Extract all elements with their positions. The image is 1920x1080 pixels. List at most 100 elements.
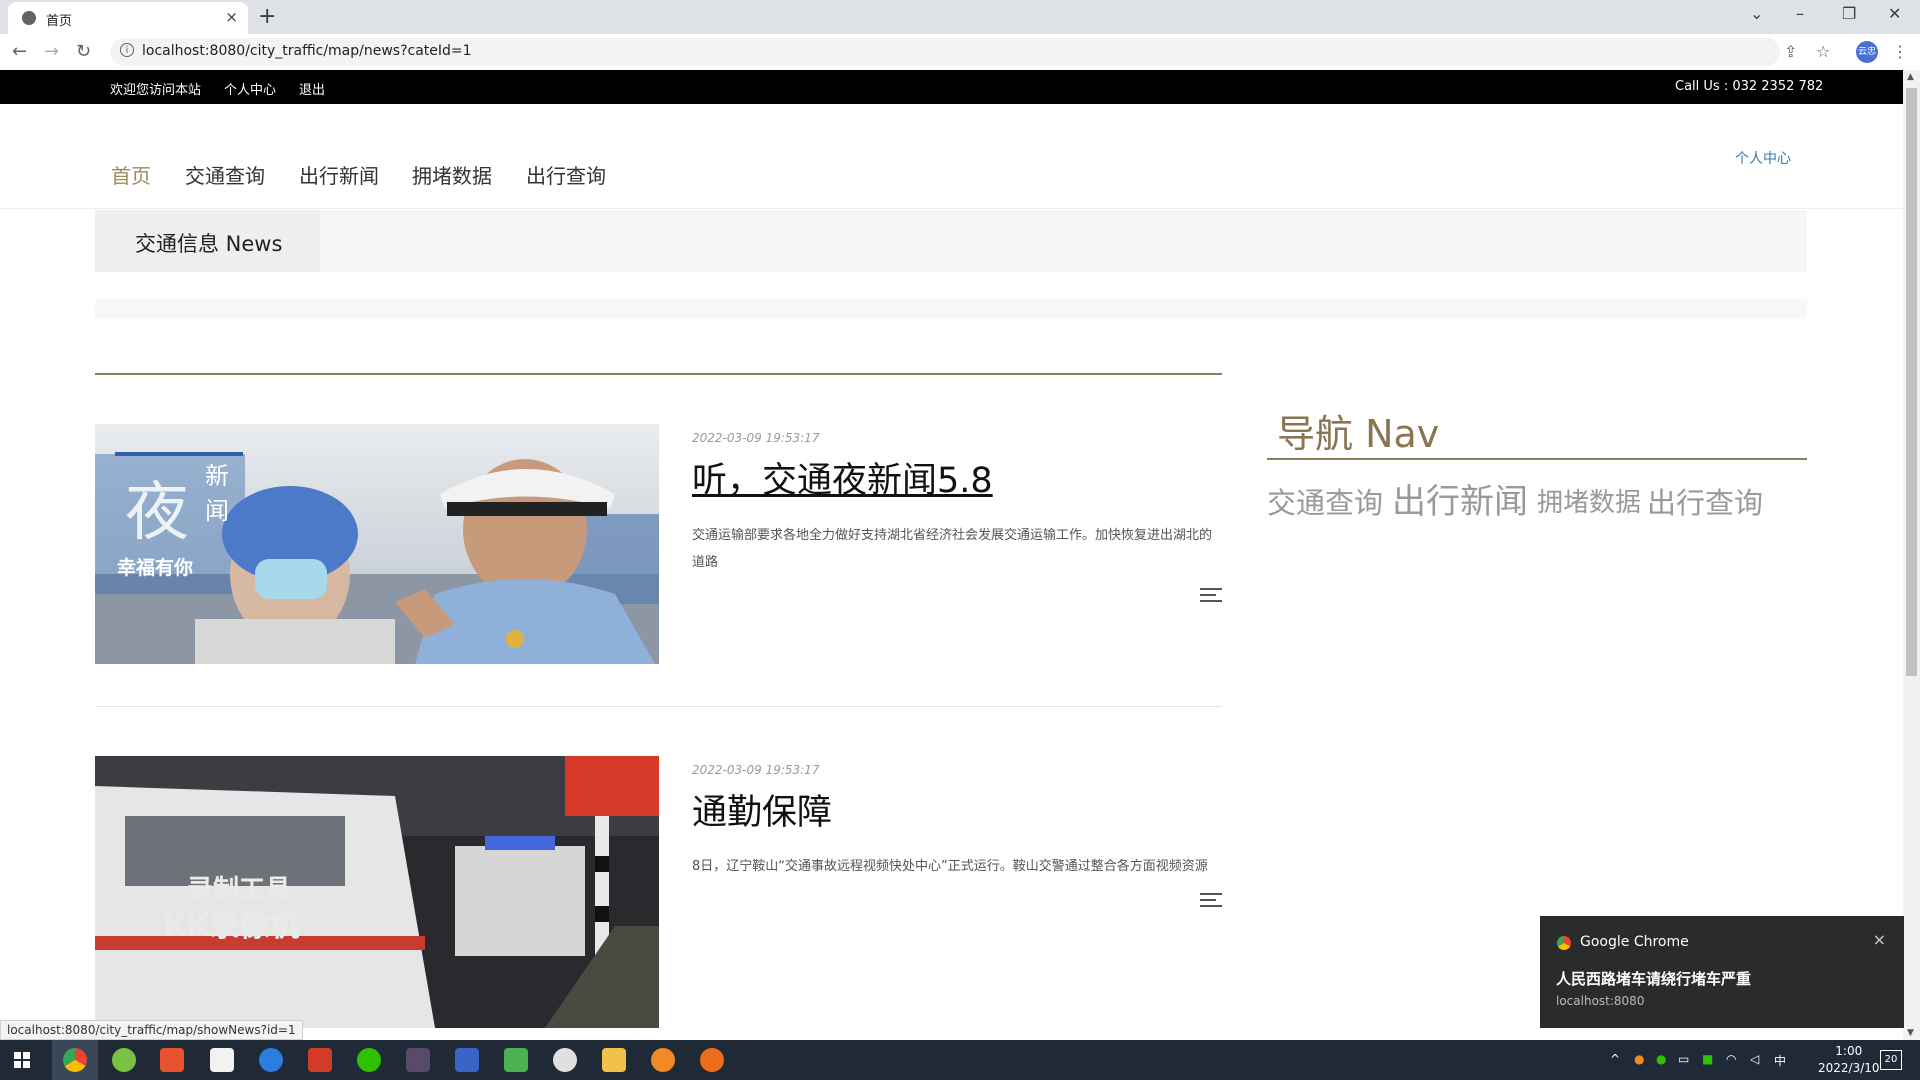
- chrome-notification[interactable]: Google Chrome × 人民西路堵车请绕行堵车严重 localhost:…: [1540, 916, 1904, 1028]
- nav-travel-query[interactable]: 出行查询: [526, 160, 606, 189]
- profile-avatar[interactable]: 云忠: [1856, 41, 1878, 63]
- news-image-ambulance[interactable]: 录制工具 KK录像机: [95, 756, 659, 1028]
- input-method-indicator[interactable]: 中: [1774, 1052, 1786, 1069]
- chrome-taskbar-icon[interactable]: [63, 1048, 87, 1072]
- sidebar-link-congestion-data[interactable]: 拥堵数据: [1537, 482, 1641, 519]
- image-caption-3: 幸福有你: [117, 556, 193, 579]
- image-caption-2: 闻: [205, 497, 229, 525]
- phone-number: Call Us : 032 2352 782: [1675, 79, 1824, 94]
- welcome-text: 欢迎您访问本站: [110, 83, 202, 98]
- tray-battery-icon[interactable]: ▭: [1678, 1052, 1689, 1066]
- start-icon[interactable]: [14, 1052, 30, 1068]
- nav-congestion-data[interactable]: 拥堵数据: [412, 160, 492, 189]
- browser-tab-strip: 首页 × + ⌄ – ❐ ✕: [0, 0, 1920, 34]
- forward-icon[interactable]: →: [44, 41, 59, 62]
- read-more-icon[interactable]: [1200, 588, 1222, 606]
- tray-wechat-icon[interactable]: ●: [1656, 1052, 1666, 1066]
- logout-link[interactable]: 退出: [299, 79, 325, 98]
- news-title-link[interactable]: 通勤保障: [692, 784, 832, 835]
- news-description: 交通运输部要求各地全力做好支持湖北省经济社会发展交通运输工作。加快恢复进出湖北的…: [692, 528, 1213, 570]
- page-banner: 交通信息 News: [95, 210, 1807, 272]
- app-blue-icon[interactable]: [259, 1048, 283, 1072]
- top-personal-center-link[interactable]: 个人中心: [224, 79, 276, 98]
- tab-title: 首页: [46, 14, 73, 29]
- system-clock[interactable]: 1:00 2022/3/10: [1818, 1043, 1880, 1077]
- scroll-up-icon[interactable]: ▲: [1907, 72, 1914, 82]
- top-info-bar: 欢迎您访问本站 个人中心 退出 Call Us : 032 2352 782: [0, 70, 1903, 104]
- read-more-icon[interactable]: [1200, 893, 1222, 911]
- tab-close-icon[interactable]: ×: [225, 8, 238, 26]
- app-green-icon[interactable]: [112, 1048, 136, 1072]
- notepad-icon[interactable]: [504, 1048, 528, 1072]
- globe-icon: [22, 11, 36, 25]
- news-image-police[interactable]: 夜 新 闻 幸福有你: [95, 424, 659, 664]
- news-divider: [95, 373, 1222, 375]
- page-title: 交通信息 News: [135, 232, 283, 256]
- action-center-icon[interactable]: 20: [1880, 1050, 1902, 1070]
- page-scrollbar[interactable]: ▲ ▼: [1903, 70, 1920, 1040]
- status-url-bubble: localhost:8080/city_traffic/map/showNews…: [0, 1020, 303, 1040]
- sidebar-divider: [1267, 458, 1807, 460]
- app-game-icon[interactable]: [406, 1048, 430, 1072]
- notification-source: localhost:8080: [1556, 994, 1645, 1008]
- nav-traffic-query[interactable]: 交通查询: [185, 160, 265, 189]
- nav-home[interactable]: 首页: [111, 160, 151, 189]
- nav-travel-news[interactable]: 出行新闻: [299, 160, 379, 189]
- police-photo-illustration: 夜 新 闻 幸福有你: [95, 424, 659, 664]
- notification-app-name: Google Chrome: [1580, 934, 1689, 950]
- bookmark-star-icon[interactable]: ☆: [1816, 42, 1830, 61]
- back-icon[interactable]: ←: [12, 41, 27, 62]
- sidebar-link-travel-news[interactable]: 出行新闻: [1392, 474, 1528, 523]
- ambulance-photo-illustration: 录制工具 KK录像机: [95, 756, 659, 1028]
- new-tab-button[interactable]: +: [258, 4, 276, 29]
- menu-kebab-icon[interactable]: ⋮: [1892, 42, 1908, 61]
- browser-tab[interactable]: 首页 ×: [8, 2, 248, 34]
- sidebar-link-traffic-query[interactable]: 交通查询: [1267, 480, 1383, 522]
- app-mountain-icon[interactable]: [455, 1048, 479, 1072]
- scrollbar-thumb[interactable]: [1906, 88, 1917, 676]
- browser-toolbar: ← → ↻ i localhost:8080/city_traffic/map/…: [0, 34, 1920, 71]
- tray-search-icon[interactable]: ●: [1634, 1052, 1644, 1066]
- file-explorer-icon[interactable]: [602, 1048, 626, 1072]
- share-icon[interactable]: ⇪: [1784, 42, 1797, 61]
- news-description: 8日，辽宁鞍山“交通事故远程视频快处中心”正式运行。鞍山交警通过整合各方面视频资…: [692, 859, 1208, 874]
- tray-expand-icon[interactable]: ^: [1610, 1052, 1620, 1066]
- news-date: 2022-03-09 19:53:17: [692, 431, 820, 445]
- image-caption-4: 录制工具: [187, 875, 291, 905]
- image-caption-5: KK录像机: [163, 909, 300, 944]
- chrome-icon: [1557, 936, 1571, 950]
- reload-icon[interactable]: ↻: [76, 41, 91, 62]
- volume-icon[interactable]: ◁: [1750, 1052, 1759, 1066]
- chat-icon[interactable]: [553, 1048, 577, 1072]
- address-bar[interactable]: i localhost:8080/city_traffic/map/news?c…: [110, 38, 1780, 66]
- app-white-icon[interactable]: [210, 1048, 234, 1072]
- close-window-icon[interactable]: ✕: [1888, 4, 1901, 23]
- banner-stripe: [95, 299, 1807, 319]
- notification-message: 人民西路堵车请绕行堵车严重: [1556, 970, 1752, 988]
- scroll-down-icon[interactable]: ▼: [1907, 1028, 1914, 1038]
- header-personal-center-link[interactable]: 个人中心: [1735, 148, 1791, 168]
- image-caption-ye: 夜: [125, 476, 189, 550]
- minimize-icon[interactable]: –: [1796, 4, 1804, 23]
- sidebar-link-travel-query[interactable]: 出行查询: [1647, 480, 1763, 522]
- app-orange-icon[interactable]: [160, 1048, 184, 1072]
- tray-green-icon[interactable]: ■: [1702, 1052, 1713, 1066]
- search-app-icon[interactable]: [651, 1048, 675, 1072]
- image-caption-1: 新: [205, 462, 229, 490]
- wps-icon[interactable]: [308, 1048, 332, 1072]
- wifi-icon[interactable]: ◠: [1726, 1052, 1736, 1066]
- tab-search-icon[interactable]: ⌄: [1750, 4, 1763, 23]
- clock-date: 2022/3/10: [1818, 1061, 1880, 1075]
- banner-label: 交通信息 News: [95, 210, 320, 272]
- app-face-icon[interactable]: [700, 1048, 724, 1072]
- site-info-icon[interactable]: i: [120, 43, 134, 57]
- restore-icon[interactable]: ❐: [1842, 4, 1856, 23]
- news-date: 2022-03-09 19:53:17: [692, 763, 820, 777]
- sidebar-title: 导航 Nav: [1277, 412, 1440, 456]
- url-text[interactable]: localhost:8080/city_traffic/map/news?cat…: [142, 43, 472, 59]
- news-title-link[interactable]: 听，交通夜新闻5.8: [692, 452, 993, 503]
- notification-close-icon[interactable]: ×: [1873, 930, 1886, 949]
- wechat-icon[interactable]: [357, 1048, 381, 1072]
- clock-time: 1:00: [1835, 1044, 1863, 1058]
- windows-taskbar: ^ ● ● ▭ ■ ◠ ◁ 中 1:00 2022/3/10 20: [0, 1040, 1920, 1080]
